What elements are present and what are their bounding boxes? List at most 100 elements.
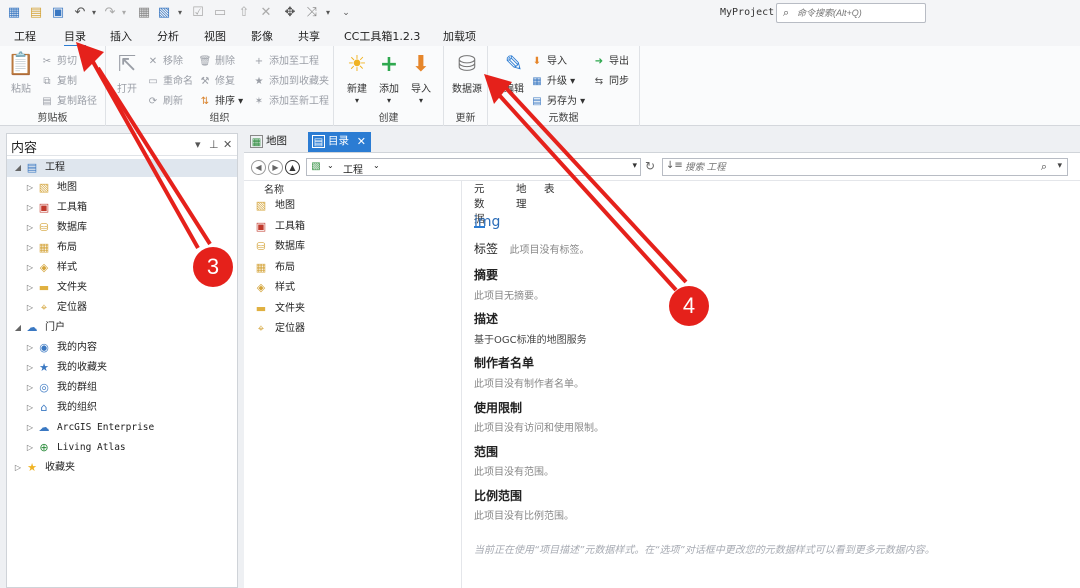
remove-button[interactable]: ✕ 移除	[146, 52, 183, 67]
tree-item-portal[interactable]: ◢ ☁ 门户	[7, 319, 237, 337]
up-icon[interactable]: ▲	[285, 160, 300, 175]
new-project-icon[interactable]: ▦	[6, 5, 22, 21]
expand-arrow-icon[interactable]: ▷	[25, 259, 35, 277]
tab-table[interactable]: 表	[544, 181, 555, 196]
add-to-favorites-button[interactable]: ★ 添加到收藏夹	[252, 72, 329, 87]
map-icon[interactable]: ▧	[156, 5, 172, 21]
tree-item-living-atlas[interactable]: ▷ ⊕ Living Atlas	[7, 439, 237, 457]
add-to-new-project-button[interactable]: ✶ 添加至新工程	[252, 92, 329, 107]
move-icon[interactable]: ✥	[282, 5, 298, 21]
expand-arrow-icon[interactable]: ▷	[25, 339, 35, 357]
add-button[interactable]: + 添加 ▾	[374, 52, 404, 106]
add-to-project-button[interactable]: + 添加至工程	[252, 52, 319, 67]
command-search-input[interactable]	[797, 6, 922, 20]
table-icon[interactable]: ▦	[136, 5, 152, 21]
catalog-search-input[interactable]	[685, 161, 1015, 174]
layout-icon[interactable]: ▭	[212, 5, 228, 21]
copy-button[interactable]: ⧉ 复制	[40, 72, 77, 87]
expand-arrow-icon[interactable]: ▷	[25, 379, 35, 397]
expand-arrow-icon[interactable]: ▷	[25, 239, 35, 257]
check-icon[interactable]: ☑	[190, 5, 206, 21]
undo-dropdown-icon[interactable]: ▾	[86, 5, 102, 21]
refresh-icon[interactable]: ↻	[645, 159, 655, 173]
catalog-search[interactable]: ↓≡ ⌕ ▾	[662, 158, 1068, 176]
customize-dropdown-icon[interactable]: ⌄	[338, 5, 354, 21]
forward-icon[interactable]: ▶	[268, 160, 283, 175]
path-dropdown-icon[interactable]: ▾	[632, 161, 637, 171]
sort-button[interactable]: ⇅ 排序 ▾	[198, 92, 243, 107]
search-dropdown-icon[interactable]: ▾	[1057, 161, 1062, 171]
redo-dropdown-icon[interactable]: ▾	[116, 5, 132, 21]
datasource-button[interactable]: ⛁ 数据源	[450, 52, 484, 95]
edit-metadata-button[interactable]: ✎ 编辑	[500, 52, 528, 95]
upgrade-button[interactable]: ▦ 升级 ▾	[530, 72, 575, 87]
back-icon[interactable]: ◀	[251, 160, 266, 175]
sync-button[interactable]: ⇆ 同步	[592, 72, 629, 87]
expand-arrow-icon[interactable]: ▷	[25, 399, 35, 417]
upload-icon[interactable]: ⇧	[236, 5, 252, 21]
tree-item-star[interactable]: ▷ ★ 收藏夹	[7, 459, 237, 477]
rename-button[interactable]: ▭ 重命名	[146, 72, 193, 87]
path-segment-chevron-icon[interactable]: ⌄	[373, 161, 380, 170]
tree-item-my-groups[interactable]: ▷ ◎ 我的群组	[7, 379, 237, 397]
tree-item-my-favorites[interactable]: ▷ ★ 我的收藏夹	[7, 359, 237, 377]
tree-item-locator-folder[interactable]: ▷ ⌖ 定位器	[7, 299, 237, 317]
paste-button[interactable]: 📋 粘贴	[6, 52, 36, 95]
tree-item-my-organization[interactable]: ▷ ⌂ 我的组织	[7, 399, 237, 417]
import-metadata-button[interactable]: ⬇ 导入	[530, 52, 567, 67]
cut-button[interactable]: ✂ 剪切	[40, 52, 77, 67]
new-button[interactable]: ☀ 新建 ▾	[342, 52, 372, 106]
delete-button[interactable]: 🗑 删除	[198, 52, 235, 67]
import-button[interactable]: ⬇ 导入 ▾	[406, 52, 436, 106]
tab-project[interactable]: 工程	[14, 28, 36, 44]
tab-cc-toolbox[interactable]: CC工具箱1.2.3	[344, 28, 420, 44]
doc-tab-catalog[interactable]: ▤ 目录 ✕	[308, 132, 371, 152]
tab-addins[interactable]: 加载项	[443, 28, 476, 44]
close-icon[interactable]: ✕	[258, 5, 274, 21]
expand-arrow-icon[interactable]: ▷	[25, 299, 35, 317]
tab-analysis[interactable]: 分析	[157, 28, 179, 44]
sort-icon[interactable]: ↓≡	[666, 160, 683, 171]
expand-arrow-icon[interactable]: ▷	[13, 459, 23, 477]
open-button[interactable]: ⇱ 打开	[112, 52, 142, 95]
map-dropdown-icon[interactable]: ▾	[172, 5, 188, 21]
pin-icon[interactable]: ⊥	[209, 138, 219, 151]
open-project-icon[interactable]: ▤	[28, 5, 44, 21]
expand-arrow-icon[interactable]: ▷	[25, 219, 35, 237]
search-icon[interactable]: ⌕	[1041, 160, 1047, 174]
doc-tab-map[interactable]: ▦ 地图	[246, 132, 304, 152]
expand-arrow-icon[interactable]: ▷	[25, 419, 35, 437]
expand-arrow-icon[interactable]: ▷	[25, 199, 35, 217]
expand-arrow-icon[interactable]: ▷	[25, 179, 35, 197]
expand-arrow-icon[interactable]: ▷	[25, 279, 35, 297]
route-icon[interactable]: ⤨	[304, 5, 320, 21]
tab-geography[interactable]: 地理	[516, 181, 527, 211]
collapse-arrow-icon[interactable]: ◢	[13, 159, 23, 177]
collapse-arrow-icon[interactable]: ◢	[13, 319, 23, 337]
command-search[interactable]: ⌕	[776, 3, 926, 23]
save-as-button[interactable]: ▤ 另存为 ▾	[530, 92, 585, 107]
tree-item-map-folder[interactable]: ▷ ▧ 地图	[7, 179, 237, 197]
repair-button[interactable]: ⚒ 修复	[198, 72, 235, 87]
tab-view[interactable]: 视图	[204, 28, 226, 44]
column-header-name[interactable]: 名称	[264, 181, 284, 196]
export-button[interactable]: ➜ 导出	[592, 52, 629, 67]
tree-item-my-content[interactable]: ▷ ◉ 我的内容	[7, 339, 237, 357]
tab-catalog[interactable]: 目录	[64, 28, 86, 47]
tab-insert[interactable]: 插入	[110, 28, 132, 44]
tab-share[interactable]: 共享	[298, 28, 320, 44]
save-project-icon[interactable]: ▣	[50, 5, 66, 21]
route-dropdown-icon[interactable]: ▾	[320, 5, 336, 21]
refresh-button[interactable]: ⟳ 刷新	[146, 92, 183, 107]
expand-arrow-icon[interactable]: ▷	[25, 359, 35, 377]
copy-path-button[interactable]: ▤ 复制路径	[40, 92, 97, 107]
expand-arrow-icon[interactable]: ▷	[25, 439, 35, 457]
tree-item-database-folder[interactable]: ▷ ⛁ 数据库	[7, 219, 237, 237]
tree-item-enterprise-cloud[interactable]: ▷ ☁ ArcGIS Enterprise	[7, 419, 237, 437]
tree-item-project[interactable]: ◢ ▤ 工程	[7, 159, 237, 177]
pane-options-icon[interactable]: ▾	[195, 138, 201, 151]
tab-imagery[interactable]: 影像	[251, 28, 273, 44]
close-pane-icon[interactable]: ✕	[223, 138, 232, 151]
tree-item-toolbox-folder[interactable]: ▷ ▣ 工具箱	[7, 199, 237, 217]
catalog-path-box[interactable]: ▧ ⌄ 工程 ⌄ ▾	[306, 158, 641, 176]
